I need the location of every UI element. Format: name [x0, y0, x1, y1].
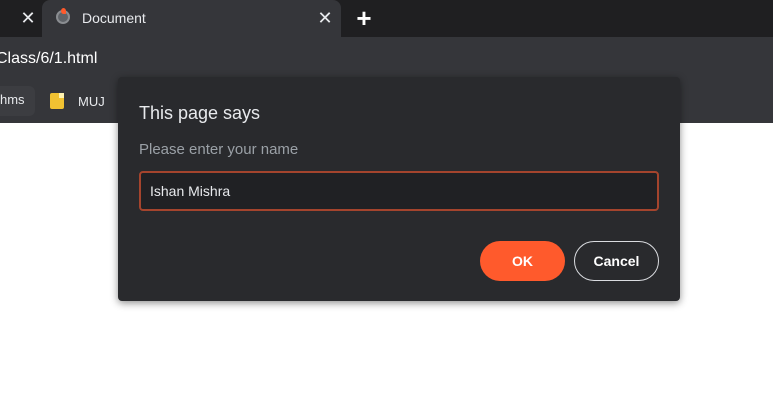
bookmark-label: hms — [0, 92, 25, 107]
dialog-title: This page says — [139, 103, 261, 123]
prompt-dialog: This page says Please enter your name OK… — [118, 77, 680, 301]
favicon-icon — [56, 8, 70, 24]
address-bar[interactable]: Class/6/1.html — [0, 50, 97, 68]
bookmark-item-muj[interactable]: MUJ — [50, 89, 105, 113]
tab-document[interactable]: Document ✕ — [42, 0, 341, 37]
ok-button[interactable]: OK — [480, 241, 565, 281]
bookmark-label: MUJ — [78, 93, 105, 109]
tab-close-icon[interactable]: ✕ — [315, 8, 335, 28]
tab-strip: ✕ Document ✕ + — [0, 0, 773, 37]
bookmark-item-partial[interactable]: hms — [0, 86, 35, 116]
new-tab-button[interactable]: + — [352, 5, 376, 31]
dialog-message: Please enter your name — [139, 141, 299, 158]
toolbar: Class/6/1.html — [0, 37, 773, 79]
tab-title: Document — [82, 10, 146, 26]
folder-icon — [50, 93, 64, 109]
cancel-button[interactable]: Cancel — [574, 241, 659, 281]
previous-tab-close-icon[interactable]: ✕ — [18, 8, 38, 28]
name-input[interactable] — [139, 171, 659, 211]
